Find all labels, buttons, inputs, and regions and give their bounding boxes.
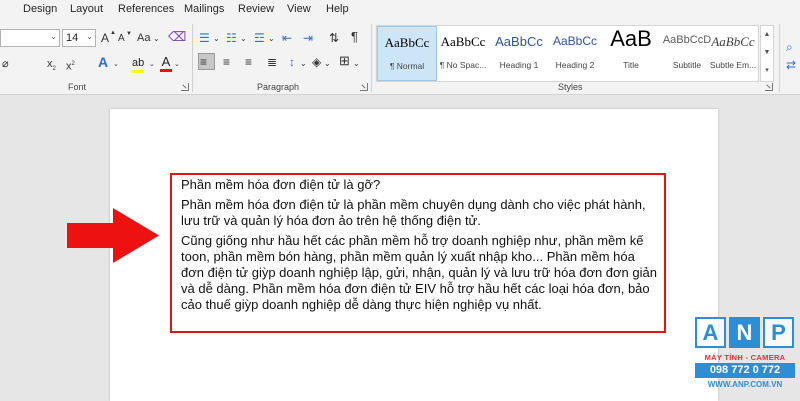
document-body[interactable]: Phần mềm hóa đơn điện tử là gỡ? Phần mềm… (181, 177, 661, 317)
style-name: Heading 1 (499, 60, 539, 70)
tab-design[interactable]: Design (23, 3, 57, 15)
tab-references[interactable]: References (118, 3, 174, 15)
group-divider (192, 24, 193, 92)
numbering-icon[interactable]: ☷ (226, 31, 237, 45)
strikethrough-icon[interactable]: ⌀ (2, 57, 9, 71)
justify-icon[interactable]: ≣ (267, 55, 277, 69)
dropdown-icon: ⌄ (86, 32, 93, 41)
menu-tab-bar: Design Layout References Mailings Review… (0, 0, 800, 20)
dropdown-icon: ⌄ (153, 34, 160, 43)
tab-mailings[interactable]: Mailings (184, 3, 224, 15)
logo-website: WWW.ANP.COM.VN (707, 380, 783, 389)
style-name: Title (623, 60, 639, 70)
paragraph-group-label: Paragraph (257, 82, 300, 92)
font-size-value: 14 (66, 32, 79, 44)
arrow-right-icon (67, 208, 159, 263)
style-preview: AaBbCc (495, 34, 543, 49)
tab-review[interactable]: Review (238, 3, 274, 15)
shrink-font-button[interactable]: A (118, 32, 125, 46)
logo-letter-p: P (763, 317, 794, 348)
find-icon[interactable]: ⌕ (786, 40, 793, 54)
style-preview: AaBbCc (552, 34, 598, 48)
font-color-button[interactable]: A (160, 55, 172, 72)
shading-icon[interactable]: ◈ (312, 55, 321, 69)
style-heading-2[interactable]: AaBbCc Heading 2 (545, 26, 605, 81)
subscript-button[interactable]: x2 (47, 57, 56, 76)
tab-view[interactable]: View (287, 3, 311, 15)
gallery-scroll: ▲ ▼ ▾ (760, 25, 774, 82)
style-normal[interactable]: AaBbCc ¶ Normal (377, 26, 437, 81)
dropdown-icon: ⌄ (268, 34, 275, 43)
align-right-icon[interactable]: ≡ (245, 55, 252, 69)
style-name: Subtle Em... (709, 60, 757, 70)
style-subtle-emphasis[interactable]: AaBbCc Subtle Em... (707, 26, 759, 81)
style-preview: AaBbCc (711, 34, 755, 49)
group-divider (779, 24, 780, 92)
dropdown-icon: ⌄ (300, 59, 307, 68)
grow-font-button[interactable]: A (101, 31, 109, 45)
text-effects-button[interactable]: A (98, 55, 108, 69)
logo-letter-n: N (729, 317, 760, 348)
font-dialog-launcher[interactable] (181, 83, 189, 91)
group-divider (371, 24, 372, 92)
align-center-icon[interactable]: ≡ (223, 55, 230, 69)
ribbon: ⌄ 14 ⌄ A ▲ A ▼ Aa ⌄ ⌫ ⌀ x2 x2 A ⌄ ab ⌄ A… (0, 20, 800, 95)
shrink-arrow-icon: ▼ (126, 31, 132, 37)
dropdown-icon: ⌄ (174, 61, 180, 68)
anp-logo: A N P MÁY TÍNH - CAMERA 098 772 0 772 WW… (693, 317, 797, 397)
styles-gallery: AaBbCc ¶ Normal AaBbCc ¶ No Spac... AaBb… (376, 25, 759, 82)
style-no-spacing[interactable]: AaBbCc ¶ No Spac... (433, 26, 493, 81)
logo-tagline: MÁY TÍNH - CAMERA (704, 353, 786, 362)
change-case-button[interactable]: Aa (137, 31, 150, 45)
paragraph-heading: Phần mềm hóa đơn điện tử là gỡ? (181, 177, 381, 192)
dropdown-icon: ⌄ (240, 34, 247, 43)
replace-icon[interactable]: ⇄ (786, 58, 796, 72)
dropdown-icon: ⌄ (50, 32, 57, 41)
style-preview: AaBbCc (440, 34, 486, 49)
gallery-up-icon[interactable]: ▲ (761, 26, 773, 44)
dropdown-icon: ⌄ (113, 61, 119, 68)
paragraph-dialog-launcher[interactable] (360, 83, 368, 91)
style-title[interactable]: AaB Title (601, 26, 661, 81)
dropdown-icon: ⌄ (324, 59, 331, 68)
tab-help[interactable]: Help (326, 3, 349, 15)
style-name: ¶ Normal (389, 61, 425, 71)
logo-phone: 098 772 0 772 (695, 363, 795, 378)
line-spacing-icon[interactable]: ↕ (289, 55, 295, 69)
font-size-box[interactable]: 14 ⌄ (62, 29, 96, 47)
dropdown-icon: ⌄ (353, 59, 360, 68)
dropdown-icon: ⌄ (213, 34, 220, 43)
show-formatting-button[interactable]: ¶ (351, 30, 358, 44)
logo-letters: A N P (693, 317, 797, 351)
style-name: ¶ No Spac... (439, 60, 487, 70)
decrease-indent-icon[interactable]: ⇤ (282, 31, 292, 45)
paragraph-details: Cũng giống như hầu hết các phần mềm hỗ t… (181, 233, 657, 312)
align-left-icon[interactable]: ≡ (200, 55, 207, 69)
clear-formatting-icon[interactable]: ⌫ (168, 30, 186, 44)
sort-icon[interactable]: ⇅ (329, 31, 339, 45)
dropdown-icon: ⌄ (149, 61, 155, 68)
increase-indent-icon[interactable]: ⇥ (303, 31, 313, 45)
bullets-icon[interactable]: ☰ (199, 31, 210, 45)
gallery-more-icon[interactable]: ▾ (761, 62, 773, 80)
style-name: Heading 2 (555, 60, 595, 70)
style-preview: AaB (610, 26, 652, 51)
font-group-label: Font (68, 82, 87, 92)
logo-letter-a: A (695, 317, 726, 348)
superscript-button[interactable]: x2 (66, 57, 75, 74)
style-preview: AaBbCc (384, 35, 430, 50)
grow-arrow-icon: ▲ (110, 30, 116, 36)
tab-layout[interactable]: Layout (70, 3, 103, 15)
gallery-down-icon[interactable]: ▼ (761, 44, 773, 62)
style-heading-1[interactable]: AaBbCc Heading 1 (489, 26, 549, 81)
borders-icon[interactable]: ⊞ (339, 54, 350, 68)
styles-group-label: Styles (558, 82, 583, 92)
multilevel-list-icon[interactable]: ☲ (254, 31, 265, 45)
font-name-box[interactable]: ⌄ (0, 29, 60, 47)
styles-dialog-launcher[interactable] (765, 83, 773, 91)
paragraph-definition: Phần mềm hóa đơn điện tử là phần mềm chu… (181, 197, 646, 228)
highlight-color-button[interactable]: ab (132, 56, 145, 73)
